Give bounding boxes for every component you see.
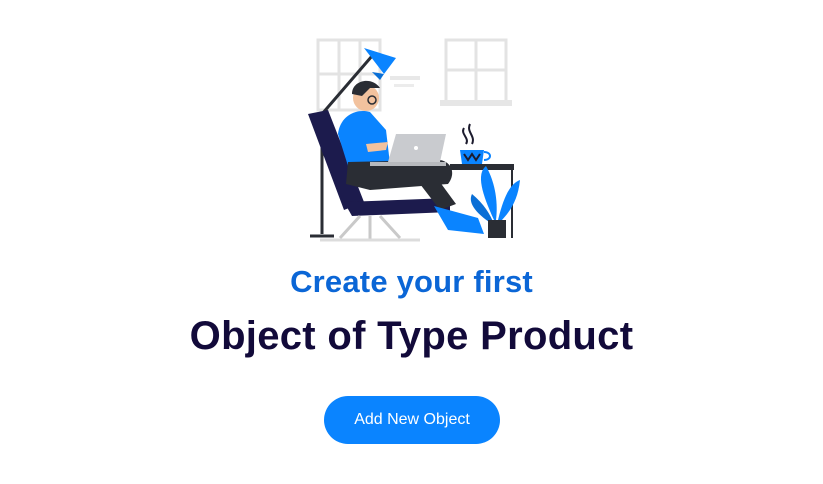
person-working-on-laptop-illustration [308, 38, 520, 242]
window-right [444, 38, 508, 104]
coffee-mug-icon [460, 123, 491, 164]
subtitle: Create your first [290, 264, 533, 299]
empty-state: Create your first Object of Type Product… [0, 0, 823, 484]
add-new-object-button[interactable]: Add New Object [324, 396, 500, 444]
page-title: Object of Type Product [189, 314, 634, 358]
